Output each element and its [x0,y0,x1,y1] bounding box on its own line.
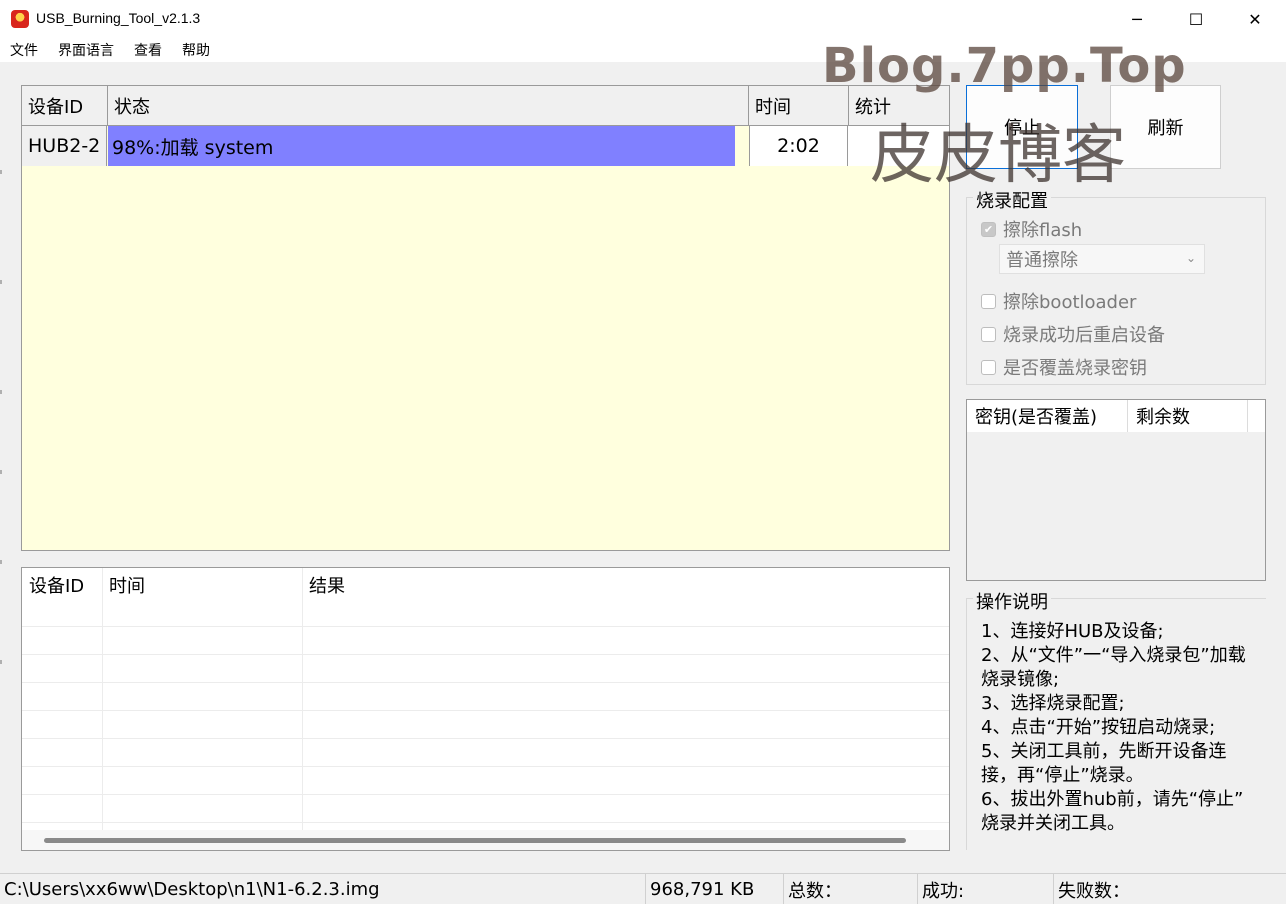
edge-tick [0,390,2,394]
menu-language[interactable]: 界面语言 [48,40,124,60]
minimize-button[interactable]: ─ [1108,0,1166,38]
edge-tick [0,560,2,564]
erase-flash-checkbox[interactable]: ✔ [981,221,996,237]
overwrite-key-option[interactable]: 是否覆盖烧录密钥 [981,354,1147,380]
file-path: C:\Users\xx6ww\Desktop\n1\N1-6.2.3.img [0,874,646,904]
help-line: 5、关闭工具前，先断开设备连 [981,741,1227,762]
erase-bootloader-label: 擦除bootloader [1003,292,1137,313]
window-title: USB_Burning_Tool_v2.1.3 [36,10,201,26]
refresh-button[interactable]: 刷新 [1110,85,1221,169]
burn-config-group: 烧录配置 ✔ 擦除flash 普通擦除 ⌄ 擦除bootloader 烧录成功后… [966,187,1266,385]
device-table-header: 设备ID 状态 时间 统计 [22,86,949,126]
header-remaining[interactable]: 剩余数 [1128,400,1248,432]
reboot-after-option[interactable]: 烧录成功后重启设备 [981,321,1165,347]
grid-line [22,822,949,823]
erase-flash-label: 擦除flash [1003,220,1083,241]
file-size: 968,791 KB [646,874,784,904]
help-line: 烧录并关闭工具。 [981,813,1125,834]
edge-tick [0,470,2,474]
watermark-cn: 皮皮博客 [870,119,1126,193]
device-row[interactable]: HUB2-2 98%:加载 system 2:02 [22,126,949,166]
menu-file[interactable]: 文件 [0,40,48,60]
help-line: 6、拔出外置hub前，请先“停止” [981,789,1244,810]
edge-tick [0,660,2,664]
key-table-header: 密钥(是否覆盖) 剩余数 [967,400,1265,432]
menu-help[interactable]: 帮助 [172,40,220,60]
edge-tick [0,170,2,174]
grid-line [22,654,949,655]
maximize-button[interactable]: ☐ [1167,0,1225,38]
key-table[interactable]: 密钥(是否覆盖) 剩余数 [966,399,1266,581]
app-icon [11,10,29,28]
grid-line [22,682,949,683]
help-line: 2、从“文件”一“导入烧录包”加载 [981,645,1246,666]
erase-flash-option[interactable]: ✔ 擦除flash [981,216,1082,242]
horizontal-scrollbar[interactable] [22,830,949,850]
overwrite-key-label: 是否覆盖烧录密钥 [1003,358,1147,379]
help-line: 1、连接好HUB及设备; [981,621,1164,642]
erase-mode-select[interactable]: 普通擦除 ⌄ [999,244,1205,274]
log-table[interactable]: 设备ID 时间 结果 [21,567,950,851]
grid-line [22,738,949,739]
edge-tick [0,280,2,284]
help-line: 烧录镜像; [981,669,1060,690]
device-table[interactable]: 设备ID 状态 时间 统计 HUB2-2 98%:加载 system 2:02 [21,85,950,551]
overwrite-key-checkbox[interactable] [981,359,996,375]
erase-mode-value: 普通擦除 [1006,250,1078,271]
header-device-id[interactable]: 设备ID [22,86,108,126]
log-header-time[interactable]: 时间 [102,568,302,602]
header-key[interactable]: 密钥(是否覆盖) [967,400,1128,432]
reboot-after-label: 烧录成功后重启设备 [1003,325,1165,346]
header-status[interactable]: 状态 [108,86,749,126]
reboot-after-checkbox[interactable] [981,326,996,342]
menu-view[interactable]: 查看 [124,40,172,60]
progress-bar: 98%:加载 system [108,126,735,166]
status-bar: C:\Users\xx6ww\Desktop\n1\N1-6.2.3.img 9… [0,873,1286,904]
device-time-cell: 2:02 [749,126,848,166]
scrollbar-thumb[interactable] [44,838,906,843]
watermark-en: Blog.7pp.Top [822,38,1187,94]
grid-line [22,710,949,711]
title-bar: USB_Burning_Tool_v2.1.3 ─ ☐ ✕ [0,0,1286,38]
log-header-result[interactable]: 结果 [302,568,602,602]
grid-line [22,766,949,767]
device-id-cell: HUB2-2 [22,126,107,166]
instructions-group: 操作说明 1、连接好HUB及设备; 2、从“文件”一“导入烧录包”加载 烧录镜像… [966,588,1266,850]
grid-line [22,794,949,795]
grid-line [302,568,303,830]
success-count: 成功: [918,874,1054,904]
help-line: 3、选择烧录配置; [981,693,1125,714]
instructions-title: 操作说明 [973,588,1051,614]
erase-bootloader-option[interactable]: 擦除bootloader [981,288,1136,314]
close-button[interactable]: ✕ [1226,0,1284,38]
log-header-device-id[interactable]: 设备ID [22,568,102,602]
help-line: 4、点击“开始”按钮启动烧录; [981,717,1216,738]
grid-line [102,568,103,830]
total-count: 总数： [784,874,918,904]
grid-line [22,626,949,627]
fail-count: 失败数： [1058,880,1130,902]
help-line: 接，再“停止”烧录。 [981,765,1144,786]
erase-bootloader-checkbox[interactable] [981,293,996,309]
chevron-down-icon: ⌄ [1185,251,1196,265]
